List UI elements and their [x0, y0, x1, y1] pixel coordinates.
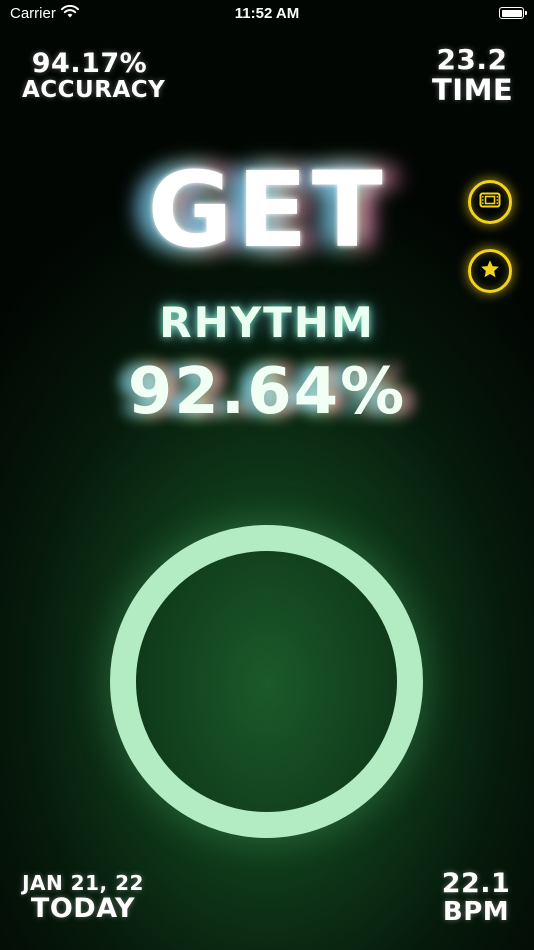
- today-date-value: JAN 21, 22: [22, 871, 144, 895]
- today-stat: JAN 21, 22 TODAY: [20, 873, 146, 922]
- time-stat: 23.2 TIME: [432, 43, 514, 107]
- tap-ring-button[interactable]: [110, 525, 423, 838]
- battery-level: [501, 9, 522, 17]
- accuracy-value: 94.17%: [31, 48, 148, 79]
- accuracy-label: ACCURACY: [22, 77, 166, 103]
- time-label: TIME: [432, 73, 514, 107]
- accuracy-stat: 94.17% ACCURACY: [22, 48, 166, 103]
- today-label: TODAY: [30, 893, 136, 924]
- bpm-value: 22.1: [441, 868, 511, 899]
- film-ticket-icon: [479, 192, 501, 212]
- bpm-label: BPM: [442, 897, 510, 927]
- star-icon: [479, 258, 501, 284]
- star-rate-button[interactable]: [468, 249, 512, 293]
- status-clock: 11:52 AM: [234, 5, 300, 22]
- film-ticket-button[interactable]: [468, 180, 512, 224]
- subtitle-text: RHYTHM: [159, 298, 375, 347]
- score-percentage: 92.64%: [127, 355, 407, 429]
- headline-text: GET: [147, 149, 387, 271]
- bpm-stat: 22.1 BPM: [440, 870, 512, 925]
- time-value: 23.2: [436, 43, 508, 76]
- status-bar: Carrier 11:52 AM: [0, 0, 534, 30]
- battery-icon: [499, 7, 527, 19]
